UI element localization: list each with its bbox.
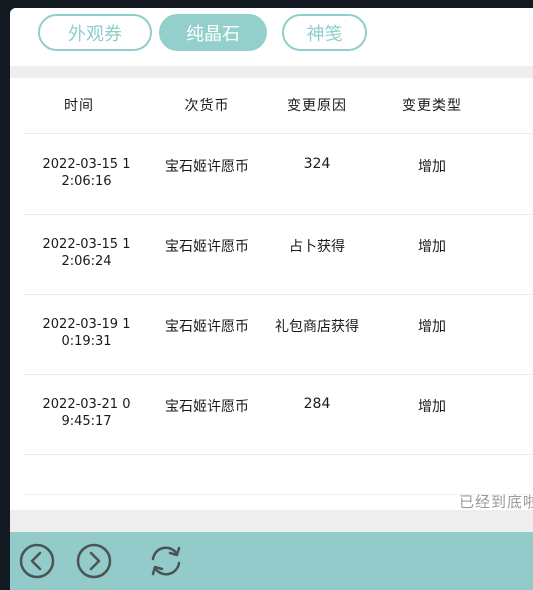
currency-cell: 宝石姬许愿币 bbox=[165, 159, 249, 175]
time-line: 2022-03-15 1 bbox=[42, 157, 131, 172]
time-cell: 2022-03-15 1 2:06:16 bbox=[24, 156, 149, 190]
tab-label: 纯晶石 bbox=[186, 23, 240, 45]
currency-cell: 宝石姬许愿币 bbox=[165, 319, 249, 335]
refresh-icon bbox=[151, 546, 181, 576]
list-end-divider bbox=[24, 494, 533, 495]
header-time: 时间 bbox=[64, 98, 94, 114]
header-type: 变更类型 bbox=[402, 98, 462, 114]
table-row: 2022-03-15 1 2:06:16 宝石姬许愿币 324 增加 bbox=[24, 134, 533, 215]
chevron-left-icon bbox=[19, 543, 55, 579]
reason-cell: 324 bbox=[303, 156, 331, 172]
time-line: 9:45:17 bbox=[61, 414, 112, 429]
time-line: 2:06:16 bbox=[61, 174, 112, 189]
end-of-list-message: 已经到底啦 bbox=[458, 493, 533, 511]
table-row: 2022-03-21 0 9:45:17 宝石姬许愿币 284 增加 bbox=[24, 374, 533, 455]
time-line: 0:19:31 bbox=[61, 334, 112, 349]
time-line: 2022-03-15 1 bbox=[42, 237, 131, 252]
tab-bar: 外观券 纯晶石 神笺 bbox=[10, 8, 533, 68]
time-cell: 2022-03-21 0 9:45:17 bbox=[24, 396, 149, 430]
type-cell: 增加 bbox=[418, 319, 446, 335]
tab-appearance-voucher[interactable]: 外观券 bbox=[38, 14, 152, 51]
reason-cell: 占卜获得 bbox=[289, 239, 345, 255]
currency-cell: 宝石姬许愿币 bbox=[165, 239, 249, 255]
time-line: 2:06:24 bbox=[61, 254, 112, 269]
type-cell: 增加 bbox=[418, 399, 446, 415]
type-cell: 增加 bbox=[418, 239, 446, 255]
reason-cell: 礼包商店获得 bbox=[275, 319, 359, 335]
previous-page-button[interactable] bbox=[18, 542, 56, 580]
next-page-button[interactable] bbox=[75, 542, 113, 580]
app-panel: 外观券 纯晶石 神笺 时间 次货币 变更原因 变更类型 2022-03-15 1… bbox=[10, 8, 533, 590]
tab-divine-note[interactable]: 神笺 bbox=[282, 14, 367, 51]
time-line: 2022-03-21 0 bbox=[42, 397, 131, 412]
divider-band-bottom bbox=[10, 510, 533, 532]
time-line: 2022-03-19 1 bbox=[42, 317, 131, 332]
time-cell: 2022-03-19 1 0:19:31 bbox=[24, 316, 149, 350]
table-header: 时间 次货币 变更原因 变更类型 bbox=[24, 78, 533, 134]
table-row: 2022-03-15 1 2:06:24 宝石姬许愿币 占卜获得 增加 bbox=[24, 214, 533, 295]
header-currency: 次货币 bbox=[184, 98, 230, 114]
currency-cell: 宝石姬许愿币 bbox=[165, 399, 249, 415]
refresh-button[interactable] bbox=[146, 542, 184, 580]
type-cell: 增加 bbox=[418, 159, 446, 175]
header-reason: 变更原因 bbox=[287, 98, 347, 114]
table-row: 2022-03-19 1 0:19:31 宝石姬许愿币 礼包商店获得 增加 bbox=[24, 294, 533, 375]
tab-label: 外观券 bbox=[68, 23, 122, 45]
time-cell: 2022-03-15 1 2:06:24 bbox=[24, 236, 149, 270]
reason-cell: 284 bbox=[303, 396, 331, 412]
chevron-right-icon bbox=[76, 543, 112, 579]
bottom-toolbar bbox=[10, 532, 533, 590]
tab-pure-crystal[interactable]: 纯晶石 bbox=[159, 14, 267, 51]
currency-log-table: 时间 次货币 变更原因 变更类型 2022-03-15 1 2:06:16 宝石姬… bbox=[10, 78, 533, 511]
divider-band-top bbox=[10, 66, 533, 78]
tab-label: 神笺 bbox=[306, 23, 343, 45]
